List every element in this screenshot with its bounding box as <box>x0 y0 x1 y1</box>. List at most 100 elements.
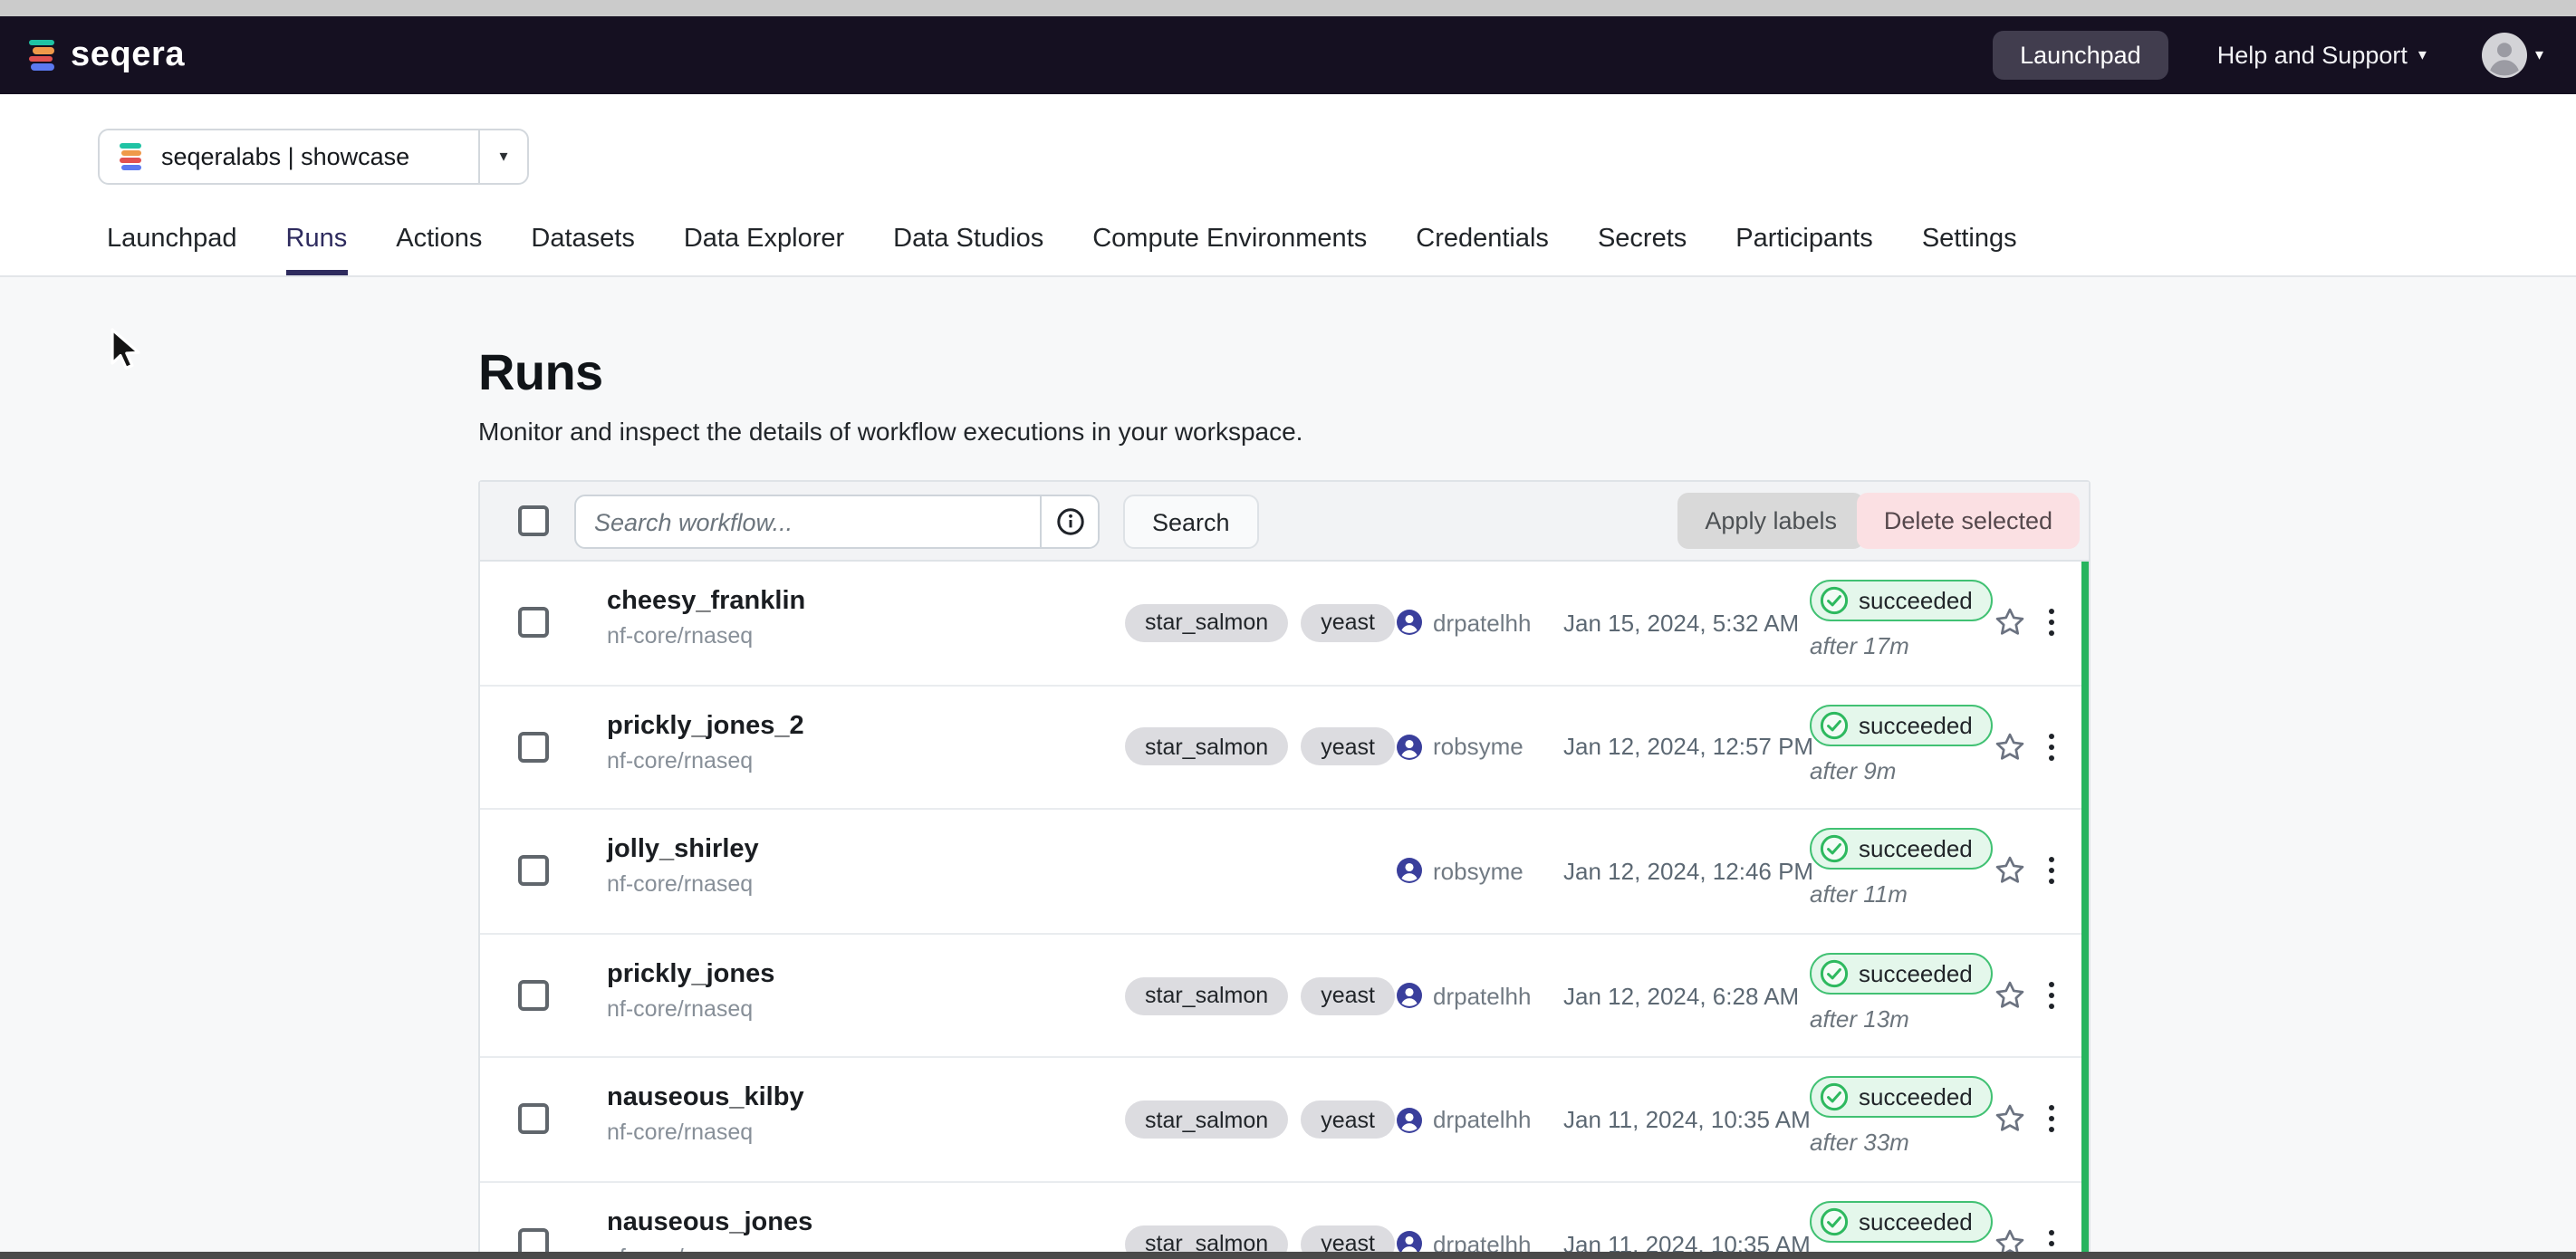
run-duration: after 17m <box>1810 632 1993 659</box>
help-and-support-menu[interactable]: Help and Support ▾ <box>2217 42 2427 69</box>
status-badge: succeeded <box>1810 828 1993 870</box>
kebab-menu-icon[interactable] <box>2045 605 2058 639</box>
top-navbar: seqera Launchpad Help and Support ▾ ▾ <box>0 16 2576 94</box>
run-labels: star_salmonyeast <box>1125 728 1395 766</box>
run-label-pill: yeast <box>1301 728 1395 766</box>
tab-data-explorer[interactable]: Data Explorer <box>684 225 844 275</box>
help-menu-label: Help and Support <box>2217 42 2408 69</box>
table-row[interactable]: prickly_jones nf-core/rnaseq star_salmon… <box>480 935 2089 1059</box>
kebab-menu-icon[interactable] <box>2045 729 2058 764</box>
row-checkbox[interactable] <box>518 855 549 886</box>
run-date: Jan 11, 2024, 10:35 AM <box>1563 1106 1811 1133</box>
kebab-menu-icon[interactable] <box>2045 978 2058 1013</box>
run-user: robsyme <box>1433 858 1523 885</box>
status-badge: succeeded <box>1810 704 1993 745</box>
run-label-pill: star_salmon <box>1125 604 1288 642</box>
tab-compute-environments[interactable]: Compute Environments <box>1092 225 1367 275</box>
seqera-brand[interactable]: seqera <box>27 35 185 75</box>
run-name[interactable]: prickly_jones <box>607 960 774 989</box>
status-label: succeeded <box>1859 835 1973 862</box>
runs-toolbar: Search Apply labels Delete selected <box>480 482 2089 562</box>
workspace-header: seqeralabs | showcase ▾ Launchpad Runs Act… <box>0 94 2576 277</box>
tab-settings[interactable]: Settings <box>1922 225 2017 275</box>
run-user: robsyme <box>1433 734 1523 761</box>
workspace-selector-main[interactable]: seqeralabs | showcase <box>100 130 478 183</box>
star-icon[interactable] <box>1993 729 2027 764</box>
check-circle-icon <box>1819 1082 1850 1113</box>
user-avatar-icon <box>1397 983 1422 1008</box>
star-icon[interactable] <box>1993 605 2027 639</box>
status-label: succeeded <box>1859 587 1973 614</box>
workspace-selector[interactable]: seqeralabs | showcase ▾ <box>98 129 529 185</box>
chevron-down-icon: ▾ <box>2535 47 2543 63</box>
tab-credentials[interactable]: Credentials <box>1416 225 1549 275</box>
tab-participants[interactable]: Participants <box>1735 225 1873 275</box>
check-circle-icon <box>1819 709 1850 740</box>
search-button[interactable]: Search <box>1123 495 1259 549</box>
row-checkbox[interactable] <box>518 1104 549 1135</box>
table-row[interactable]: nauseous_jones nf-core/rnaseq star_salmo… <box>480 1183 2089 1259</box>
runs-list: cheesy_franklin nf-core/rnaseq star_salm… <box>480 562 2089 1259</box>
tab-runs[interactable]: Runs <box>286 225 348 275</box>
run-name[interactable]: prickly_jones_2 <box>607 711 804 740</box>
run-date: Jan 12, 2024, 12:46 PM <box>1563 858 1813 885</box>
chevron-down-icon: ▾ <box>499 149 507 165</box>
run-labels: star_salmonyeast <box>1125 604 1395 642</box>
workspace-name: seqeralabs | showcase <box>161 143 409 170</box>
run-name[interactable]: cheesy_franklin <box>607 587 805 616</box>
run-label-pill: star_salmon <box>1125 976 1288 1014</box>
tab-data-studios[interactable]: Data Studios <box>893 225 1043 275</box>
run-name[interactable]: nauseous_jones <box>607 1208 812 1237</box>
star-icon[interactable] <box>1993 853 2027 888</box>
status-label: succeeded <box>1859 1208 1973 1235</box>
kebab-menu-icon[interactable] <box>2045 1102 2058 1137</box>
user-avatar-icon <box>1397 610 1422 636</box>
run-user: drpatelhh <box>1433 1106 1531 1133</box>
tab-datasets[interactable]: Datasets <box>531 225 634 275</box>
table-status-strip <box>2081 562 2089 1257</box>
run-duration: after 13m <box>1810 1005 1993 1033</box>
status-badge: succeeded <box>1810 953 1993 995</box>
run-duration: after 33m <box>1810 1129 1993 1157</box>
check-circle-icon <box>1819 1206 1850 1237</box>
run-name[interactable]: jolly_shirley <box>607 835 759 864</box>
delete-selected-button[interactable]: Delete selected <box>1857 493 2080 549</box>
page-title: Runs <box>478 344 603 402</box>
launchpad-button[interactable]: Launchpad <box>1993 31 2168 80</box>
runs-table-card: Search Apply labels Delete selected chee… <box>478 480 2091 1259</box>
table-row[interactable]: cheesy_franklin nf-core/rnaseq star_salm… <box>480 562 2089 686</box>
window-bottom-edge <box>0 1252 2576 1259</box>
workspace-dropdown-toggle[interactable]: ▾ <box>478 130 527 183</box>
run-pipeline: nf-core/rnaseq <box>607 996 774 1022</box>
star-icon[interactable] <box>1993 1102 2027 1137</box>
check-circle-icon <box>1819 833 1850 864</box>
star-icon[interactable] <box>1993 978 2027 1013</box>
info-icon[interactable] <box>1040 496 1098 547</box>
run-name[interactable]: nauseous_kilby <box>607 1084 804 1113</box>
tab-launchpad[interactable]: Launchpad <box>107 225 237 275</box>
table-row[interactable]: prickly_jones_2 nf-core/rnaseq star_salm… <box>480 686 2089 810</box>
row-checkbox[interactable] <box>518 607 549 638</box>
table-row[interactable]: nauseous_kilby nf-core/rnaseq star_salmo… <box>480 1059 2089 1183</box>
search-input[interactable] <box>576 496 1040 547</box>
table-row[interactable]: jolly_shirley nf-core/rnaseq robsyme Jan… <box>480 810 2089 934</box>
status-label: succeeded <box>1859 711 1973 738</box>
row-checkbox[interactable] <box>518 980 549 1011</box>
app-window: seqera Launchpad Help and Support ▾ ▾ <box>0 0 2576 1259</box>
tab-actions[interactable]: Actions <box>396 225 482 275</box>
status-badge: succeeded <box>1810 1077 1993 1119</box>
avatar <box>2483 33 2528 78</box>
kebab-menu-icon[interactable] <box>2045 853 2058 888</box>
run-date: Jan 12, 2024, 12:57 PM <box>1563 734 1813 761</box>
mouse-cursor <box>109 328 149 371</box>
workspace-org-icon <box>118 143 145 170</box>
brand-name: seqera <box>71 35 185 75</box>
apply-labels-button[interactable]: Apply labels <box>1677 493 1864 549</box>
user-menu[interactable]: ▾ <box>2483 33 2543 78</box>
select-all-checkbox[interactable] <box>518 505 549 536</box>
user-avatar-icon <box>1397 859 1422 884</box>
row-checkbox[interactable] <box>518 731 549 762</box>
run-label-pill: star_salmon <box>1125 1100 1288 1139</box>
user-avatar-icon <box>1397 735 1422 760</box>
tab-secrets[interactable]: Secrets <box>1598 225 1687 275</box>
